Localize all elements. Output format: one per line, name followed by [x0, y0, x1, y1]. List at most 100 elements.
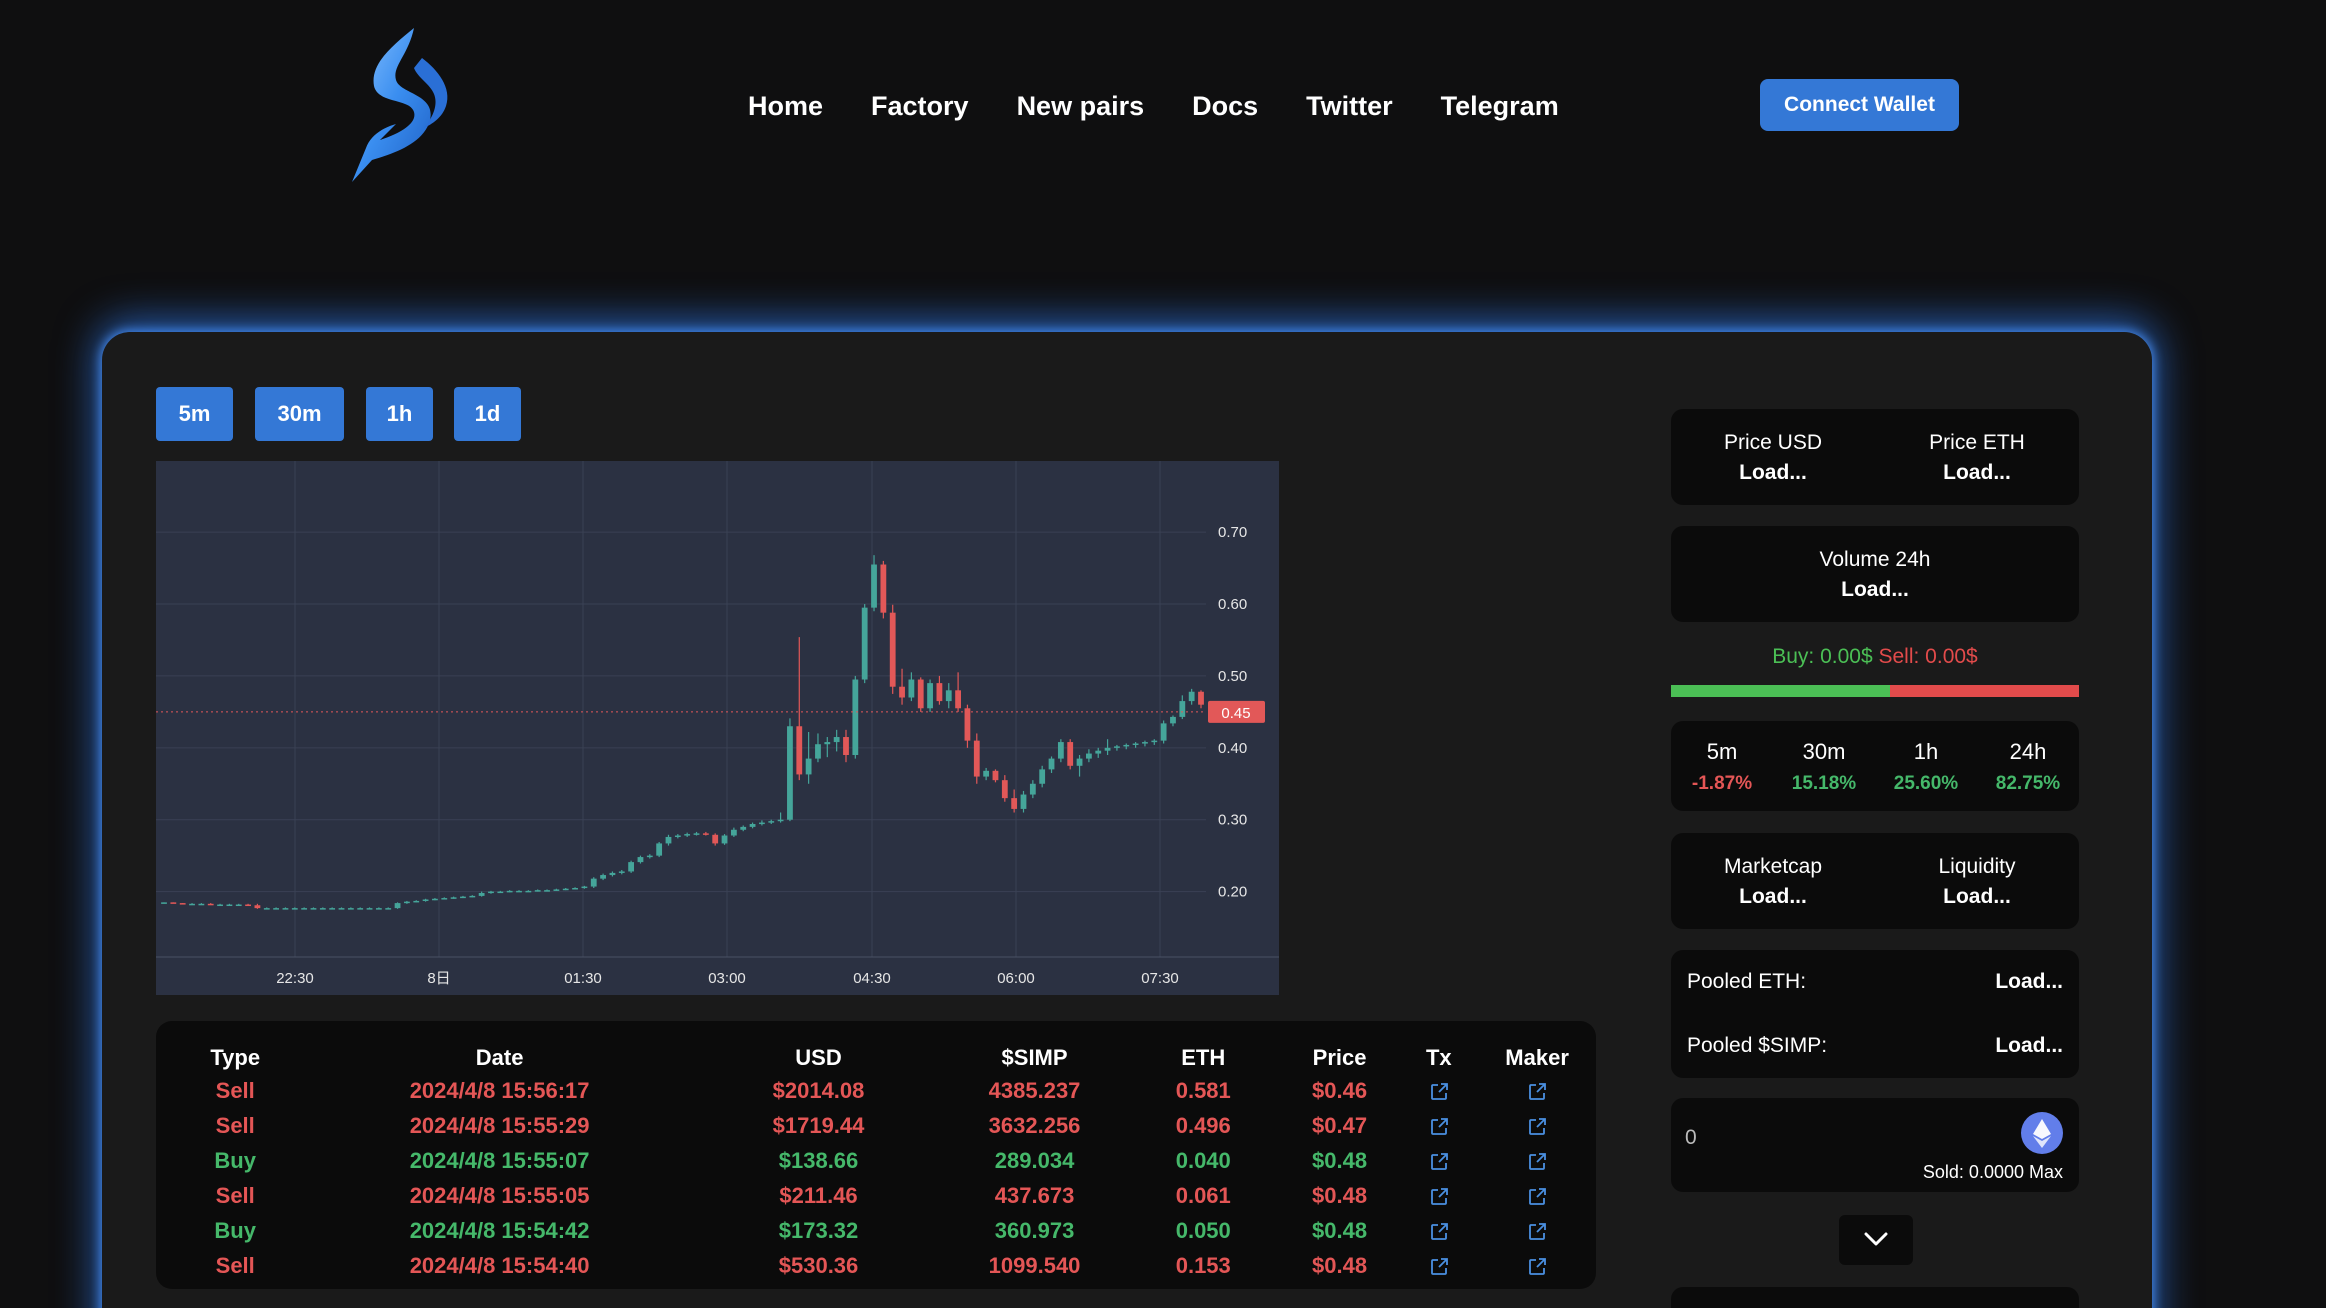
tx-link[interactable] [1389, 1213, 1488, 1248]
candle-body[interactable] [665, 836, 672, 844]
tx-link[interactable] [1389, 1108, 1488, 1143]
external-link-icon[interactable] [1429, 1253, 1449, 1278]
candle-body[interactable] [740, 826, 747, 830]
candle-body[interactable] [534, 890, 541, 892]
external-link-icon[interactable] [1429, 1113, 1449, 1138]
candle-body[interactable] [422, 899, 429, 901]
external-link-icon[interactable] [1429, 1078, 1449, 1103]
candle-body[interactable] [796, 726, 803, 775]
candle-body[interactable] [319, 908, 326, 910]
candle-body[interactable] [413, 900, 420, 903]
candle-body[interactable] [432, 898, 438, 901]
candle-body[interactable] [712, 834, 719, 844]
candle-body[interactable] [880, 564, 887, 613]
external-link-icon[interactable] [1527, 1113, 1547, 1138]
candle-body[interactable] [1104, 747, 1111, 751]
candle-body[interactable] [936, 683, 943, 702]
tx-link[interactable] [1389, 1143, 1488, 1178]
candle-body[interactable] [1067, 742, 1074, 766]
candle-body[interactable] [618, 871, 625, 873]
swap-amount-input[interactable] [1685, 1126, 1885, 1150]
connect-wallet-button[interactable]: Connect Wallet [1760, 79, 1959, 131]
candle-body[interactable] [590, 878, 597, 887]
candle-body[interactable] [161, 902, 167, 904]
logo[interactable] [352, 28, 456, 182]
candle-body[interactable] [1114, 746, 1120, 748]
external-link-icon[interactable] [1527, 1183, 1547, 1208]
candle-body[interactable] [291, 908, 298, 910]
candle-body[interactable] [441, 898, 448, 900]
candle-body[interactable] [562, 888, 569, 891]
candle-body[interactable] [908, 679, 915, 698]
candle-body[interactable] [992, 770, 999, 781]
external-link-icon[interactable] [1429, 1218, 1449, 1243]
candle-body[interactable] [226, 904, 233, 907]
candle-body[interactable] [1020, 794, 1027, 809]
candle-body[interactable] [478, 893, 485, 896]
candle-body[interactable] [450, 897, 457, 899]
candle-body[interactable] [170, 902, 177, 904]
candle-body[interactable] [749, 824, 756, 827]
candle-body[interactable] [553, 889, 560, 891]
candle-body[interactable] [1188, 691, 1195, 702]
candle-body[interactable] [852, 679, 859, 756]
candle-body[interactable] [404, 901, 410, 904]
candle-body[interactable] [235, 904, 242, 907]
candle-body[interactable] [815, 744, 821, 759]
candle-body[interactable] [544, 890, 550, 892]
maker-link[interactable] [1488, 1073, 1586, 1108]
timeframe-1d-button[interactable]: 1d [454, 387, 521, 441]
candle-body[interactable] [833, 737, 840, 743]
candle-body[interactable] [506, 890, 513, 893]
candle-body[interactable] [1085, 753, 1092, 759]
candle-body[interactable] [674, 835, 681, 838]
candle-body[interactable] [1198, 691, 1204, 705]
candle-body[interactable] [357, 908, 364, 910]
candle-body[interactable] [964, 708, 971, 741]
candle-body[interactable] [254, 905, 261, 909]
candle-body[interactable] [497, 891, 504, 894]
candle-body[interactable] [861, 607, 868, 680]
candle-body[interactable] [805, 758, 812, 775]
candle-body[interactable] [1001, 780, 1008, 799]
candle-body[interactable] [179, 903, 186, 905]
candle-body[interactable] [637, 857, 644, 863]
candle-body[interactable] [973, 740, 980, 777]
maker-link[interactable] [1488, 1213, 1586, 1248]
timeframe-5m-button[interactable]: 5m [156, 387, 233, 441]
nav-twitter[interactable]: Twitter [1306, 86, 1393, 126]
external-link-icon[interactable] [1429, 1148, 1449, 1173]
candle-body[interactable] [1132, 743, 1139, 746]
candle-body[interactable] [338, 908, 345, 910]
timeframe-1h-button[interactable]: 1h [366, 387, 433, 441]
candle-body[interactable] [1170, 716, 1176, 724]
nav-factory[interactable]: Factory [871, 86, 969, 126]
candle-body[interactable] [189, 903, 195, 906]
candle-body[interactable] [1123, 744, 1130, 747]
candle-body[interactable] [310, 908, 317, 910]
candle-body[interactable] [1179, 701, 1186, 717]
candle-body[interactable] [600, 875, 606, 879]
candle-body[interactable] [525, 890, 532, 893]
price-chart[interactable]: 0.20 0.30 0.40 0.50 0.60 0.70 22:30 8日 01:30 03:0… [156, 461, 1279, 995]
nav-new-pairs[interactable]: New pairs [1017, 86, 1145, 126]
candle-body[interactable] [646, 855, 653, 858]
candle-body[interactable] [1057, 742, 1064, 759]
candle-body[interactable] [899, 686, 905, 698]
candle-body[interactable] [787, 726, 793, 820]
candle-body[interactable] [366, 908, 373, 910]
candle-body[interactable] [983, 770, 990, 777]
candle-body[interactable] [777, 819, 784, 822]
nav-docs[interactable]: Docs [1192, 86, 1258, 126]
candle-body[interactable] [469, 895, 476, 898]
tx-link[interactable] [1389, 1248, 1488, 1283]
external-link-icon[interactable] [1429, 1183, 1449, 1208]
candle-body[interactable] [516, 890, 522, 893]
candle-body[interactable] [955, 690, 961, 709]
sold-max-text[interactable]: Sold: 0.0000 Max [1923, 1162, 2063, 1183]
candle-body[interactable] [609, 872, 616, 876]
candle-body[interactable] [329, 908, 336, 910]
candle-body[interactable] [768, 821, 775, 823]
candle-body[interactable] [1076, 758, 1083, 766]
candle-body[interactable] [684, 834, 691, 836]
